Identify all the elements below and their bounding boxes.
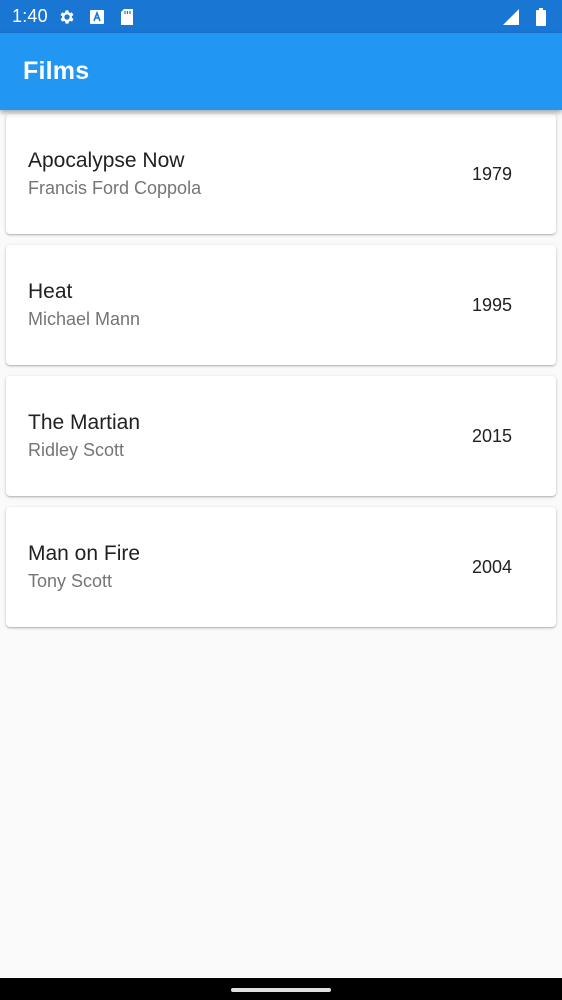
film-text: Heat Michael Mann [28, 278, 472, 332]
status-time: 1:40 [12, 6, 48, 26]
navigation-bar [0, 978, 562, 1000]
film-card-the-martian[interactable]: The Martian Ridley Scott 2015 [6, 376, 556, 496]
battery-icon [532, 7, 550, 26]
sd-card-icon [118, 8, 136, 26]
film-title: Man on Fire [28, 542, 141, 565]
film-list: Apocalypse Now Francis Ford Coppola 1979… [6, 114, 556, 638]
film-text: Man on Fire Tony Scott [28, 540, 472, 594]
film-card-heat[interactable]: Heat Michael Mann 1995 [6, 245, 556, 365]
film-title: The Martian [28, 411, 141, 434]
film-year: 1979 [471, 163, 512, 184]
film-director: Tony Scott [28, 571, 113, 591]
film-year: 2015 [471, 425, 512, 446]
film-director: Michael Mann [28, 309, 141, 329]
film-card-man-on-fire[interactable]: Man on Fire Tony Scott 2004 [6, 507, 556, 627]
film-text: The Martian Ridley Scott [28, 409, 472, 463]
film-year: 1995 [471, 294, 512, 315]
gear-icon [58, 8, 76, 26]
film-title: Apocalypse Now [28, 149, 185, 172]
app-bar: Films [0, 33, 562, 110]
home-gesture-handle[interactable] [231, 988, 331, 992]
status-bar: 1:40 [0, 0, 562, 33]
film-year: 2004 [471, 556, 512, 577]
a-box-icon [88, 8, 106, 26]
film-text: Apocalypse Now Francis Ford Coppola [28, 147, 472, 201]
film-director: Ridley Scott [28, 440, 125, 460]
film-director: Francis Ford Coppola [28, 178, 202, 198]
page-title: Films [23, 57, 90, 85]
film-title: Heat [28, 280, 73, 303]
signal-icon [502, 8, 520, 26]
film-card-apocalypse-now[interactable]: Apocalypse Now Francis Ford Coppola 1979 [6, 114, 556, 234]
